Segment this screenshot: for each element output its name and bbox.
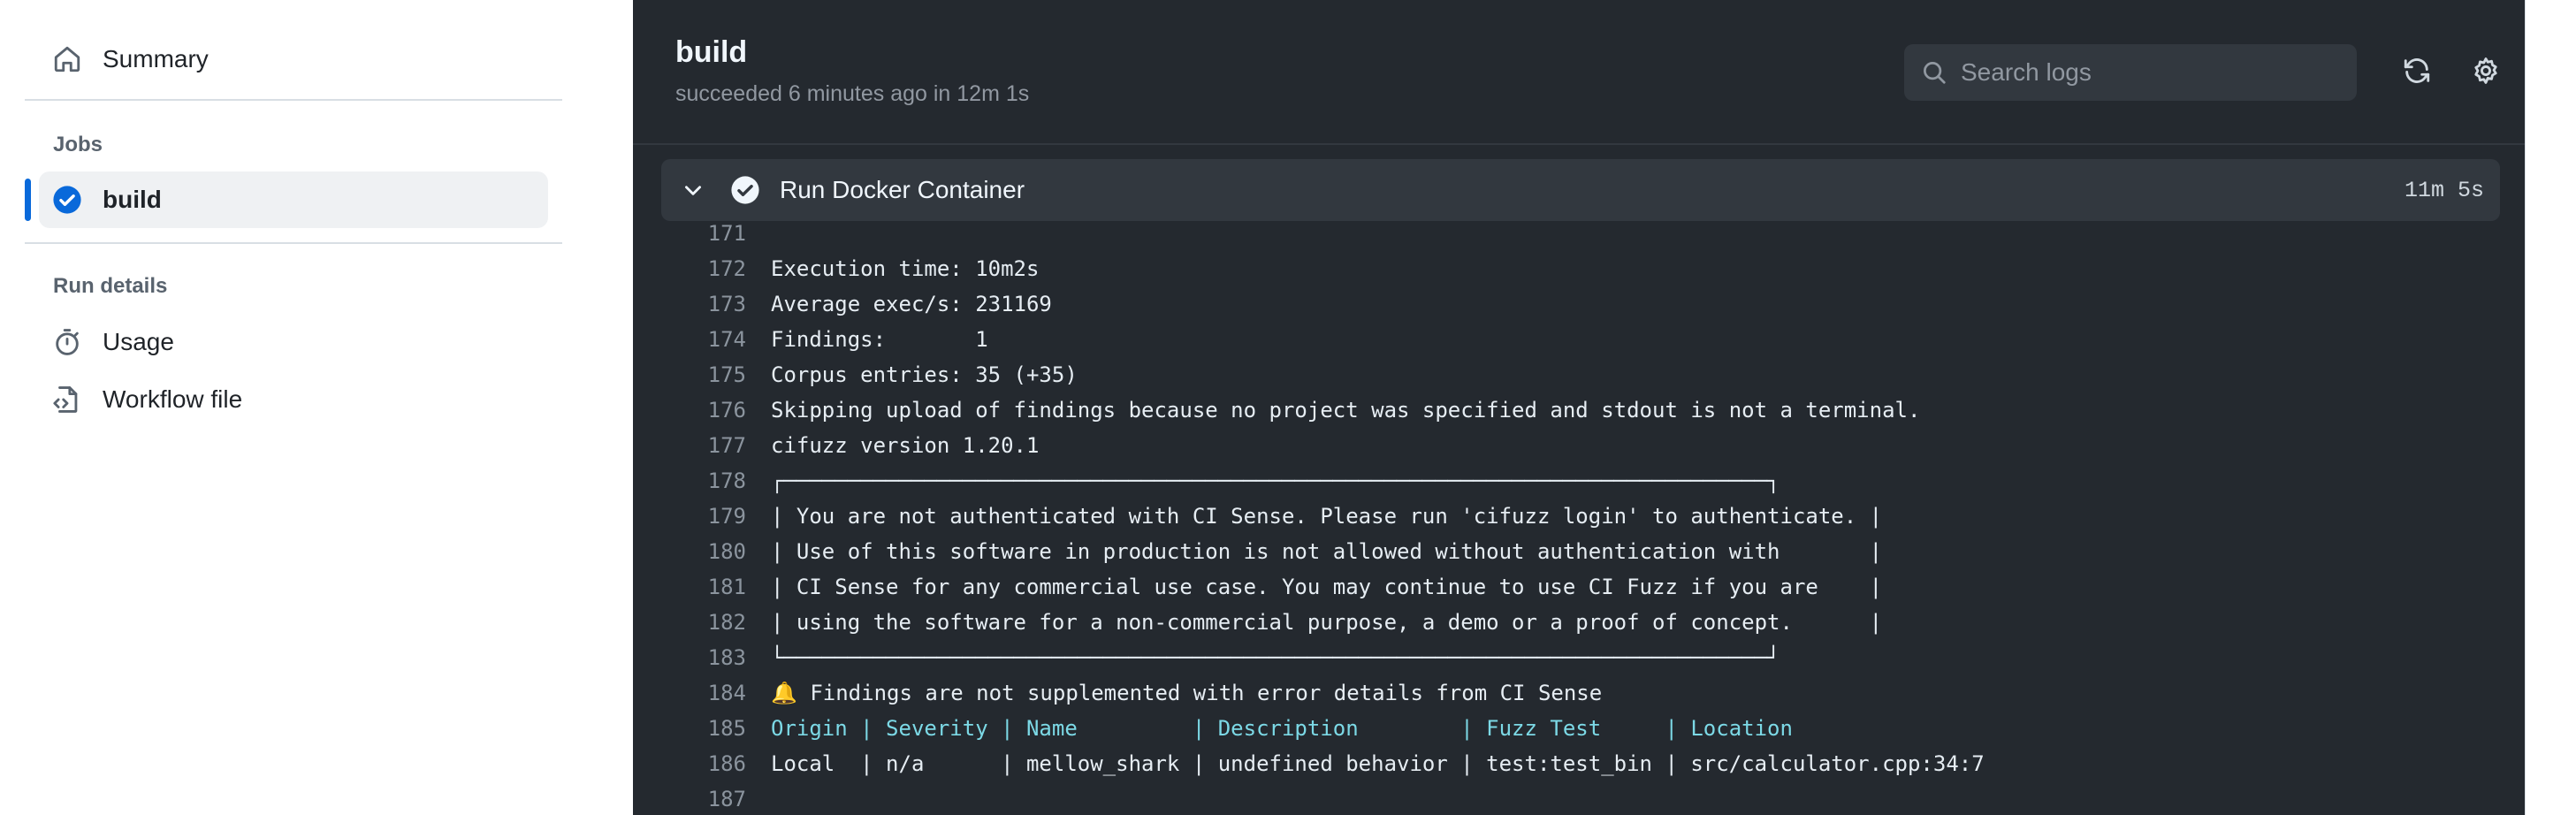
log-line: 184 🔔 Findings are not supplemented with … [633, 675, 2525, 711]
step-header-run-docker-container[interactable]: Run Docker Container 11m 5s [661, 159, 2500, 221]
sidebar-item-usage[interactable]: Usage [39, 314, 548, 370]
line-number[interactable]: 183 [633, 645, 746, 670]
log-line: 178 ┌────────────────────────────────────… [633, 463, 2525, 499]
job-status-text: succeeded 6 minutes ago in 12m 1s [675, 81, 1030, 106]
refresh-icon [2402, 56, 2432, 90]
log-text: Average exec/s: 231169 [771, 292, 1052, 316]
sidebar-item-summary[interactable]: Summary [39, 31, 548, 88]
sidebar-item-build[interactable]: build [39, 171, 548, 228]
log-text: Corpus entries: 35 (+35) [771, 362, 1078, 387]
log-line: 177 cifuzz version 1.20.1 [633, 428, 2525, 463]
sidebar: Summary Jobs build Run details Usage Wor… [0, 0, 633, 815]
sidebar-divider [25, 242, 562, 244]
jobs-heading: Jobs [53, 133, 103, 156]
log-text: └───────────────────────────────────────… [771, 645, 1780, 670]
search-input[interactable] [1961, 58, 2332, 87]
line-number[interactable]: 172 [633, 256, 746, 281]
log-text: ┌───────────────────────────────────────… [771, 468, 1780, 493]
line-number[interactable]: 174 [633, 327, 746, 352]
line-number[interactable]: 178 [633, 468, 746, 493]
log-line: 185 Origin | Severity | Name | Descriptio… [633, 711, 2525, 746]
log-text: Origin | Severity | Name | Description |… [771, 716, 1793, 741]
log-text: Findings: 1 [771, 327, 988, 352]
log-line: 172 Execution time: 10m2s [633, 251, 2525, 286]
active-indicator [25, 179, 31, 221]
line-number[interactable]: 182 [633, 610, 746, 635]
log-line: 180 | Use of this software in production … [633, 534, 2525, 569]
log-text: 🔔 Findings are not supplemented with err… [771, 681, 1603, 705]
log-line: 174 Findings: 1 [633, 322, 2525, 357]
sidebar-item-label: Summary [103, 45, 209, 72]
step-duration: 11m 5s [2404, 177, 2484, 203]
log-output: 171 172 Execution time: 10m2s 173 Average ex… [633, 216, 2525, 815]
header-divider [633, 143, 2525, 145]
line-number[interactable]: 175 [633, 362, 746, 387]
line-number[interactable]: 187 [633, 787, 746, 811]
stopwatch-icon [50, 324, 85, 360]
sidebar-divider [25, 99, 562, 101]
refresh-button[interactable] [2399, 55, 2435, 90]
log-text: Local | n/a | mellow_shark | undefined b… [771, 751, 1985, 776]
sidebar-item-label: Workflow file [103, 385, 243, 413]
log-line: 175 Corpus entries: 35 (+35) [633, 357, 2525, 392]
log-panel: build succeeded 6 minutes ago in 12m 1s [633, 0, 2525, 815]
sidebar-item-label: Usage [103, 328, 174, 355]
page-scrollbar[interactable] [2525, 0, 2576, 815]
gear-icon [2471, 56, 2501, 90]
log-text: | using the software for a non-commercia… [771, 610, 1883, 635]
page-title: build [675, 35, 748, 69]
log-line: 182 | using the software for a non-commer… [633, 605, 2525, 640]
log-line: 181 | CI Sense for any commercial use cas… [633, 569, 2525, 605]
log-line: 186 Local | n/a | mellow_shark | undefine… [633, 746, 2525, 781]
run-details-heading: Run details [53, 274, 168, 298]
line-number[interactable]: 179 [633, 504, 746, 529]
line-number[interactable]: 177 [633, 433, 746, 458]
search-box[interactable] [1904, 44, 2357, 101]
log-line: 176 Skipping upload of findings because n… [633, 392, 2525, 428]
log-text: Execution time: 10m2s [771, 256, 1040, 281]
log-line: 187 [633, 781, 2525, 815]
sidebar-item-label: build [103, 186, 162, 213]
step-name: Run Docker Container [780, 176, 1025, 203]
log-line: 179 | You are not authenticated with CI S… [633, 499, 2525, 534]
log-text: | CI Sense for any commercial use case. … [771, 575, 1883, 599]
log-line: 183 └────────────────────────────────────… [633, 640, 2525, 675]
home-icon [50, 42, 85, 77]
check-circle-icon [730, 175, 760, 205]
log-line: 171 [633, 216, 2525, 251]
sidebar-item-workflow-file[interactable]: Workflow file [39, 371, 548, 428]
line-number[interactable]: 173 [633, 292, 746, 316]
log-text: | You are not authenticated with CI Sens… [771, 504, 1883, 529]
check-circle-icon [50, 182, 85, 217]
chevron-down-icon[interactable] [677, 174, 709, 206]
log-text: cifuzz version 1.20.1 [771, 433, 1040, 458]
line-number[interactable]: 184 [633, 681, 746, 705]
line-number[interactable]: 180 [633, 539, 746, 564]
log-text: Skipping upload of findings because no p… [771, 398, 1921, 423]
search-icon [1917, 55, 1952, 90]
line-number[interactable]: 186 [633, 751, 746, 776]
line-number[interactable]: 185 [633, 716, 746, 741]
file-code-icon [50, 382, 85, 417]
line-number[interactable]: 176 [633, 398, 746, 423]
settings-button[interactable] [2468, 55, 2504, 90]
line-number[interactable]: 171 [633, 221, 746, 246]
log-line: 173 Average exec/s: 231169 [633, 286, 2525, 322]
line-number[interactable]: 181 [633, 575, 746, 599]
log-text: | Use of this software in production is … [771, 539, 1883, 564]
